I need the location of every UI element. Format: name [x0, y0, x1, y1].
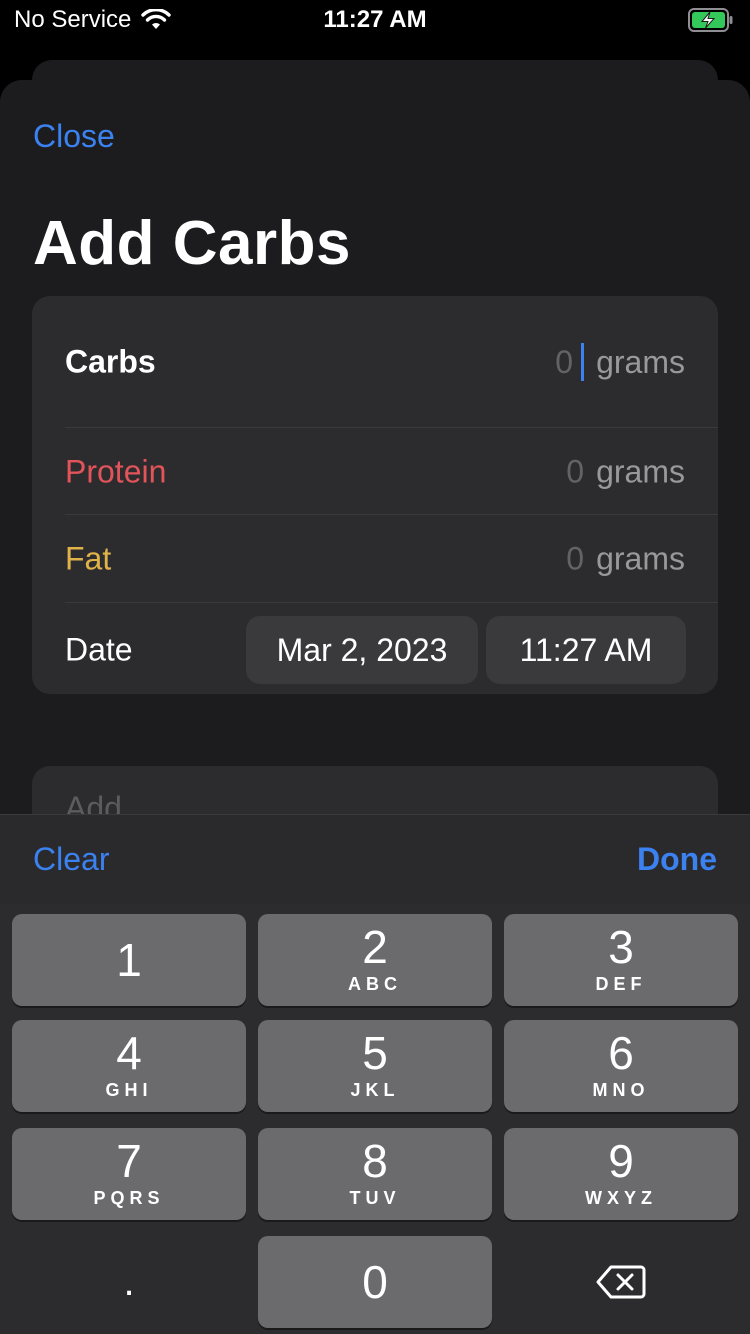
key-letters: PQRS [93, 1188, 165, 1208]
key-letters: DEF [595, 974, 647, 994]
fat-value: 0 [566, 540, 585, 577]
key-digit: 7 [116, 1135, 142, 1187]
carbs-unit: grams [596, 343, 685, 380]
key-digit: 5 [362, 1027, 388, 1079]
key-letters: TUV [349, 1188, 401, 1208]
protein-row[interactable]: Protein 0 grams [65, 428, 718, 516]
nutrition-form-card: Carbs 0 grams Protein 0 grams Fat 0 gram… [32, 296, 718, 694]
key-0[interactable]: 0 [258, 1236, 492, 1328]
carbs-row[interactable]: Carbs 0 grams [65, 318, 718, 406]
time-picker-button[interactable]: 11:27 AM [486, 616, 686, 684]
key-digit: 9 [608, 1135, 634, 1187]
key-4[interactable]: 4 GHI [12, 1020, 246, 1112]
key-letters: MNO [592, 1080, 650, 1100]
divider [65, 602, 718, 603]
carbs-input[interactable]: 0 grams [555, 343, 685, 381]
key-5[interactable]: 5 JKL [258, 1020, 492, 1112]
done-button[interactable]: Done [637, 841, 717, 878]
key-digit: 2 [362, 921, 388, 973]
date-label: Date [65, 631, 133, 668]
key-digit: 3 [608, 921, 634, 973]
fat-row[interactable]: Fat 0 grams [65, 515, 718, 603]
protein-value: 0 [566, 453, 585, 490]
keyboard-toolbar: Clear Done [0, 814, 750, 904]
key-letters: JKL [350, 1080, 400, 1100]
key-6[interactable]: 6 MNO [504, 1020, 738, 1112]
carbs-value: 0 [555, 343, 574, 380]
status-time: 11:27 AM [323, 6, 427, 33]
carbs-label: Carbs [65, 343, 156, 380]
decimal-point: . [123, 1260, 135, 1304]
key-digit: 8 [362, 1135, 388, 1187]
key-delete[interactable] [504, 1236, 738, 1328]
fat-unit: grams [596, 540, 685, 577]
key-digit: 6 [608, 1027, 634, 1079]
status-bar: No Service 11:27 AM [0, 0, 750, 42]
page-title: Add Carbs [33, 209, 351, 278]
protein-unit: grams [596, 453, 685, 490]
screen: No Service 11:27 AM Close Add Carbs Carb… [0, 0, 750, 1334]
key-decimal[interactable]: . [12, 1236, 246, 1328]
text-cursor [581, 343, 585, 381]
clear-button[interactable]: Clear [33, 841, 109, 878]
key-digit: 0 [362, 1256, 388, 1308]
key-2[interactable]: 2 ABC [258, 914, 492, 1006]
protein-input[interactable]: 0 grams [566, 454, 685, 491]
key-3[interactable]: 3 DEF [504, 914, 738, 1006]
date-picker-button[interactable]: Mar 2, 2023 [246, 616, 478, 684]
key-digit: 1 [116, 934, 142, 986]
key-9[interactable]: 9 WXYZ [504, 1128, 738, 1220]
protein-label: Protein [65, 453, 167, 490]
key-letters: ABC [348, 974, 402, 994]
fat-input[interactable]: 0 grams [566, 541, 685, 578]
key-1[interactable]: 1 [12, 914, 246, 1006]
key-7[interactable]: 7 PQRS [12, 1128, 246, 1220]
key-letters: GHI [105, 1080, 153, 1100]
numeric-keypad: 1 2 ABC 3 DEF 4 GHI 5 JKL 6 MNO 7 PQRS 8… [0, 904, 750, 1334]
fat-label: Fat [65, 540, 112, 577]
key-8[interactable]: 8 TUV [258, 1128, 492, 1220]
delete-backspace-icon [596, 1265, 646, 1299]
key-letters: WXYZ [585, 1188, 657, 1208]
battery-charging-icon [688, 8, 733, 32]
key-digit: 4 [116, 1027, 142, 1079]
close-button[interactable]: Close [33, 118, 115, 155]
